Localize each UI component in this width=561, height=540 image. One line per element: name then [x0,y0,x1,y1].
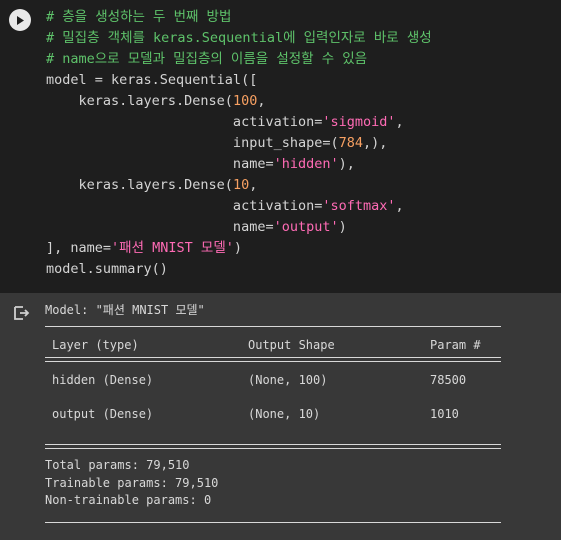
code-token: activation= [46,114,323,130]
code-token: activation= [46,198,323,214]
code-token: keras.layers.Dense( [46,93,233,109]
code-token: 100 [232,93,258,109]
non-trainable-params: Non-trainable params: 0 [45,493,212,507]
summary-top-rule [45,326,501,327]
code-token: 'sigmoid' [322,114,396,130]
model-name-line: Model: "패션 MNIST 모델" [45,303,205,317]
code-token: 'hidden' [273,156,339,172]
cell-output: Model: "패션 MNIST 모델" Layer (type) Output… [0,293,561,540]
code-token: # 밀집층 객체를 keras.Sequential에 입력인자로 바로 생성 [46,30,432,46]
code-token: ), [338,156,355,172]
play-icon [17,15,24,25]
header-double-rule [45,357,501,362]
code-line: # 층을 생성하는 두 번째 방법 [46,9,231,25]
code-token: # 층을 생성하는 두 번째 방법 [46,9,232,25]
row-layer-name: hidden (Dense) [52,373,154,387]
row-param-count: 1010 [430,407,459,421]
code-token: 784 [338,135,363,151]
footer-double-rule [45,444,501,449]
code-line: activation='softmax', [46,198,404,214]
row-layer-name: output (Dense) [52,407,154,421]
code-token: ], name= [46,240,112,256]
code-token: name= [46,219,274,235]
code-token: ,), [363,135,388,151]
row-output-shape: (None, 100) [248,373,328,387]
code-token: , [395,114,404,130]
code-line: model.summary() [46,261,168,277]
output-redirect-icon[interactable] [12,304,30,322]
row-output-shape: (None, 10) [248,407,321,421]
summary-bottom-rule [45,522,501,523]
code-line: name='output') [46,219,347,235]
header-layer-type: Layer (type) [52,338,139,352]
code-line: keras.layers.Dense(10, [46,177,258,193]
code-line: # 밀집층 객체를 keras.Sequential에 입력인자로 바로 생성 [46,30,432,46]
code-token: input_shape=( [46,135,339,151]
run-cell-button[interactable] [9,9,31,31]
code-token: 'output' [273,219,339,235]
code-line: # name으로 모델과 밀집층의 이름을 설정할 수 있음 [46,51,367,67]
trainable-params: Trainable params: 79,510 [45,476,219,490]
code-token: model = keras.Sequential([ [46,72,258,88]
code-token: , [249,177,258,193]
header-output-shape: Output Shape [248,338,335,352]
code-editor[interactable]: # 층을 생성하는 두 번째 방법 # 밀집층 객체를 keras.Sequen… [46,7,432,280]
code-cell[interactable]: # 층을 생성하는 두 번째 방법 # 밀집층 객체를 keras.Sequen… [0,0,561,293]
row-param-count: 78500 [430,373,467,387]
code-token: keras.layers.Dense( [46,177,233,193]
code-token: ) [338,219,347,235]
code-line: keras.layers.Dense(100, [46,93,266,109]
code-token: ) [233,240,243,256]
code-token: model.summary() [46,261,168,277]
header-param-count: Param # [430,338,481,352]
code-token: 10 [232,177,250,193]
code-token: name= [46,156,274,172]
code-line: model = keras.Sequential([ [46,72,257,88]
total-params: Total params: 79,510 [45,458,190,472]
code-line: activation='sigmoid', [46,114,404,130]
code-line: ], name='패션 MNIST 모델') [46,240,242,256]
code-token: 'softmax' [322,198,396,214]
code-token: # name으로 모델과 밀집층의 이름을 설정할 수 있음 [46,51,368,67]
code-line: input_shape=(784,), [46,135,387,151]
code-token: , [257,93,266,109]
code-token: '패션 MNIST 모델' [111,240,234,256]
code-line: name='hidden'), [46,156,355,172]
code-token: , [395,198,404,214]
